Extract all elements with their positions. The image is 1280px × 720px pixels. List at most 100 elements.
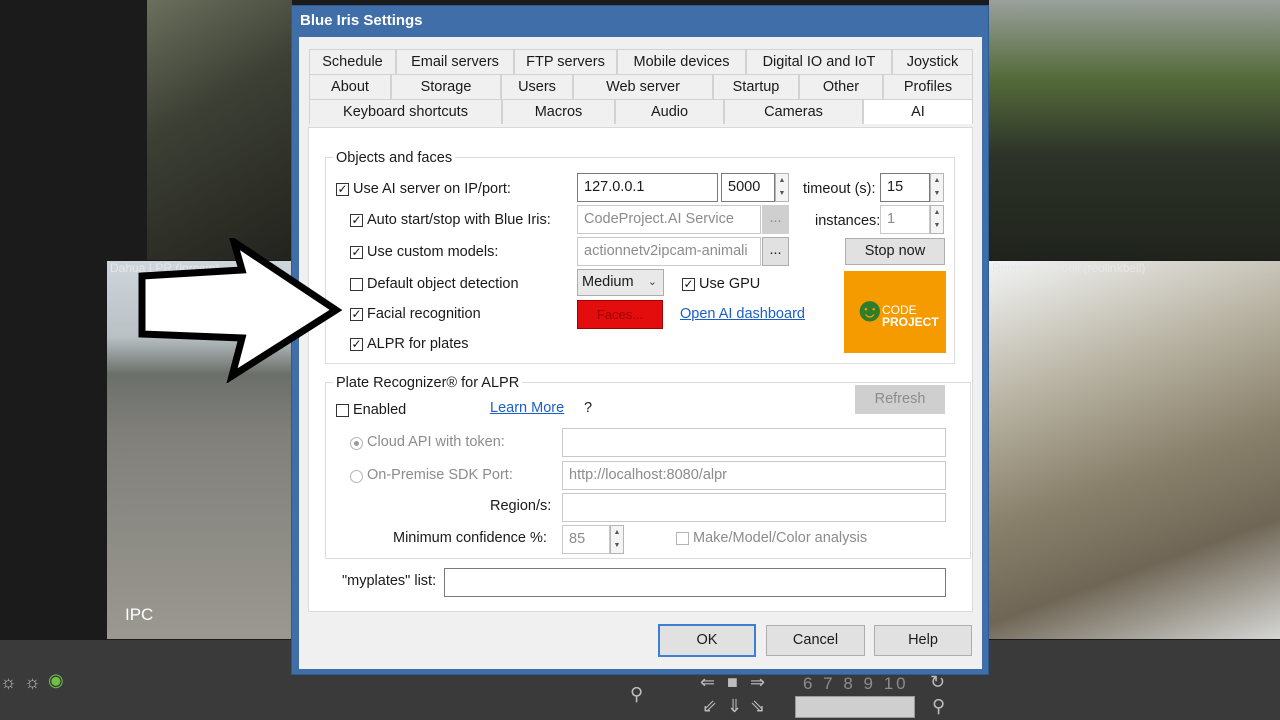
- tab-schedule[interactable]: Schedule: [309, 49, 396, 74]
- instances-spinner[interactable]: ▲ ▼: [930, 205, 944, 234]
- myplates-label: "myplates" list:: [342, 573, 437, 589]
- brightness-icon[interactable]: ☼: [24, 672, 41, 693]
- cloud-token-input[interactable]: [562, 428, 946, 457]
- logo-text-project: PROJECT: [882, 315, 939, 329]
- instances-input[interactable]: 1: [880, 205, 930, 234]
- min-confidence-spinner[interactable]: ▲ ▼: [610, 525, 624, 554]
- settings-tabs: Schedule Email servers FTP servers Mobil…: [309, 49, 973, 124]
- camera-view-driveway[interactable]: [989, 0, 1280, 260]
- custom-models-label: Use custom models:: [367, 244, 499, 260]
- tab-row-3: Keyboard shortcuts Macros Audio Cameras …: [309, 99, 973, 124]
- learn-more-link[interactable]: Learn More: [490, 400, 564, 416]
- tab-row-2: About Storage Users Web server Startup O…: [309, 74, 973, 99]
- facial-recognition-checkbox[interactable]: ✓: [350, 308, 363, 321]
- dialog-title: Blue Iris Settings: [300, 12, 423, 29]
- help-button[interactable]: Help: [874, 625, 972, 656]
- on-premise-label: On-Premise SDK Port:: [367, 467, 513, 483]
- ptz-left-icon[interactable]: ⇐: [700, 672, 715, 693]
- plate-enabled-checkbox[interactable]: [336, 404, 349, 417]
- refresh-button[interactable]: Refresh: [855, 385, 945, 414]
- cancel-button[interactable]: Cancel: [766, 625, 865, 656]
- service-browse-button[interactable]: ...: [762, 205, 789, 234]
- camera-label-doorbell: Reolink Doorbell (reolinkbell): [992, 261, 1146, 275]
- tab-digital-io[interactable]: Digital IO and IoT: [746, 49, 892, 74]
- tab-joystick[interactable]: Joystick: [892, 49, 973, 74]
- chevron-down-icon: ⌄: [647, 276, 657, 288]
- preset-select[interactable]: [795, 696, 915, 718]
- tab-keyboard-shortcuts[interactable]: Keyboard shortcuts: [309, 99, 502, 124]
- auto-start-checkbox[interactable]: ✓: [350, 214, 363, 227]
- preset-numbers[interactable]: 6 7 8 9 10: [803, 674, 909, 694]
- ai-server-port-input[interactable]: 5000: [721, 173, 775, 202]
- ptz-down-icon[interactable]: ⇓: [727, 696, 742, 717]
- plate-recognizer-title: Plate Recognizer® for ALPR: [333, 375, 523, 391]
- ptz-home-icon[interactable]: ■: [727, 672, 738, 693]
- on-premise-radio[interactable]: [350, 470, 363, 483]
- tab-web-server[interactable]: Web server: [573, 74, 713, 99]
- ai-service-field: CodeProject.AI Service: [577, 205, 761, 234]
- ai-settings-panel: Objects and faces ✓ Use AI server on IP/…: [308, 127, 973, 612]
- timeout-spinner[interactable]: ▲ ▼: [930, 173, 944, 202]
- camera-view-doorbell[interactable]: Reolink Doorbell (reolinkbell): [989, 261, 1280, 639]
- alpr-checkbox[interactable]: ✓: [350, 338, 363, 351]
- timeout-input[interactable]: 15: [880, 173, 930, 202]
- auto-start-label: Auto start/stop with Blue Iris:: [367, 212, 551, 228]
- refresh-icon[interactable]: ↻: [930, 672, 945, 693]
- tab-email-servers[interactable]: Email servers: [396, 49, 514, 74]
- on-premise-url-input[interactable]: http://localhost:8080/alpr: [562, 461, 946, 490]
- open-ai-dashboard-link[interactable]: Open AI dashboard: [680, 306, 805, 322]
- alpr-label: ALPR for plates: [367, 336, 469, 352]
- region-input[interactable]: [562, 493, 946, 522]
- annotation-arrow: [138, 238, 343, 383]
- cloud-api-label: Cloud API with token:: [367, 434, 505, 450]
- tab-ftp-servers[interactable]: FTP servers: [514, 49, 617, 74]
- map-pin-icon[interactable]: ⚲: [932, 696, 945, 717]
- faces-button[interactable]: Faces...: [577, 300, 663, 329]
- ptz-right-icon[interactable]: ⇒: [750, 672, 765, 693]
- tab-audio[interactable]: Audio: [615, 99, 724, 124]
- location-pin-icon[interactable]: ◉: [48, 670, 64, 691]
- camera-view-front-porch[interactable]: [147, 0, 292, 260]
- tab-other[interactable]: Other: [799, 74, 883, 99]
- min-confidence-label: Minimum confidence %:: [393, 530, 547, 546]
- make-model-checkbox[interactable]: [676, 532, 689, 545]
- port-spinner[interactable]: ▲ ▼: [775, 173, 789, 202]
- tab-storage[interactable]: Storage: [391, 74, 501, 99]
- stop-now-button[interactable]: Stop now: [845, 238, 945, 265]
- plate-enabled-label: Enabled: [353, 402, 407, 418]
- cloud-api-radio[interactable]: [350, 437, 363, 450]
- objects-faces-title: Objects and faces: [333, 150, 456, 166]
- zoom-icon[interactable]: ⚲: [630, 684, 643, 705]
- myplates-input[interactable]: [444, 568, 946, 597]
- codeproject-logo: ☻ CODE PROJECT: [844, 271, 946, 353]
- tab-mobile-devices[interactable]: Mobile devices: [617, 49, 746, 74]
- ptz-down-left-icon[interactable]: ⇙: [702, 696, 717, 717]
- tab-cameras[interactable]: Cameras: [724, 99, 863, 124]
- instances-label: instances:: [815, 213, 881, 229]
- ok-button[interactable]: OK: [658, 624, 756, 657]
- models-browse-button[interactable]: ...: [762, 237, 789, 266]
- detection-mode-select[interactable]: Medium ⌄: [577, 269, 664, 296]
- help-question-mark[interactable]: ?: [584, 400, 592, 416]
- use-ai-server-checkbox[interactable]: ✓: [336, 183, 349, 196]
- tab-macros[interactable]: Macros: [502, 99, 615, 124]
- custom-models-field[interactable]: actionnetv2ipcam-animali: [577, 237, 761, 266]
- tab-about[interactable]: About: [309, 74, 391, 99]
- dialog-client-area: Schedule Email servers FTP servers Mobil…: [299, 37, 982, 669]
- tab-ai[interactable]: AI: [863, 99, 973, 124]
- default-detection-checkbox[interactable]: [350, 278, 363, 291]
- use-ai-server-label: Use AI server on IP/port:: [353, 181, 511, 197]
- min-confidence-input[interactable]: 85: [562, 525, 610, 554]
- tab-users[interactable]: Users: [501, 74, 573, 99]
- use-gpu-checkbox[interactable]: ✓: [682, 278, 695, 291]
- brightness-icon[interactable]: ☼: [0, 672, 17, 693]
- detection-mode-value: Medium: [582, 274, 634, 290]
- ai-server-ip-input[interactable]: 127.0.0.1: [577, 173, 718, 202]
- camera-overlay-text: IPC: [125, 605, 154, 624]
- screen: Dahua LPR (lprcam) IPC Reolink Doorbell …: [0, 0, 1280, 720]
- facial-recognition-label: Facial recognition: [367, 306, 481, 322]
- custom-models-checkbox[interactable]: ✓: [350, 246, 363, 259]
- tab-profiles[interactable]: Profiles: [883, 74, 973, 99]
- tab-startup[interactable]: Startup: [713, 74, 799, 99]
- ptz-down-right-icon[interactable]: ⇘: [750, 696, 765, 717]
